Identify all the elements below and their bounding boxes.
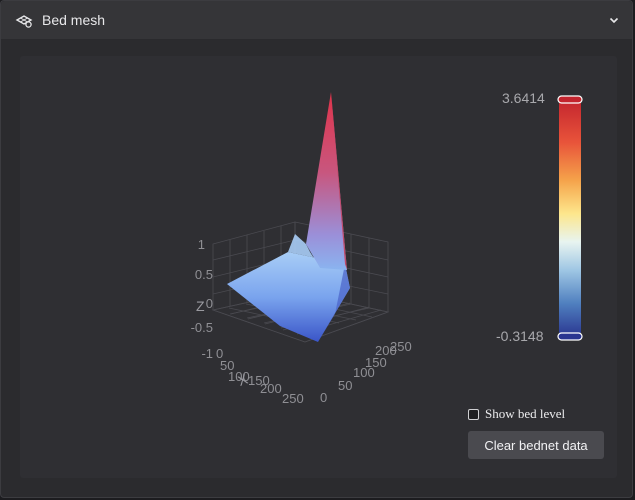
- y-axis: 0 50 100 150 200 250: [320, 339, 412, 405]
- color-scale: [557, 95, 583, 341]
- z-tick-label: 1: [198, 237, 205, 252]
- z-tick-label: 0: [206, 296, 213, 311]
- color-scale-bar: [559, 99, 581, 337]
- x-tick-label: 250: [282, 391, 304, 406]
- clear-bednet-data-button[interactable]: Clear bednet data: [468, 431, 604, 459]
- color-scale-max-handle[interactable]: [557, 95, 583, 104]
- panel-title: Bed mesh: [42, 12, 106, 28]
- color-scale-min-label: -0.3148: [496, 328, 544, 344]
- chevron-down-icon[interactable]: [608, 14, 620, 26]
- color-scale-min-handle[interactable]: [557, 332, 583, 341]
- bed-mesh-icon: [15, 15, 33, 28]
- mesh-surface: [227, 92, 350, 342]
- y-tick-label: 50: [338, 378, 352, 393]
- z-tick-label: -1: [201, 346, 213, 361]
- show-bed-level-label: Show bed level: [485, 406, 566, 421]
- z-tick-label: 0.5: [195, 267, 213, 282]
- z-axis-label: Z: [196, 298, 205, 314]
- bed-mesh-panel: Bed mesh 1 0.5 0 -0.5 -1 Z 0 50 100 150 …: [0, 0, 633, 498]
- x-tick-label: 200: [260, 381, 282, 396]
- x-axis: 0 50 100 150 200 250 X: [216, 346, 304, 406]
- y-tick-label: 0: [320, 390, 327, 405]
- panel-header[interactable]: Bed mesh: [1, 1, 632, 40]
- y-tick-label: 250: [390, 339, 412, 354]
- z-tick-label: -0.5: [191, 320, 213, 335]
- z-axis: 1 0.5 0 -0.5 -1 Z: [191, 237, 213, 361]
- show-bed-level-checkbox[interactable]: [468, 408, 479, 420]
- color-scale-max-label: 3.6414: [502, 90, 545, 106]
- show-bed-level-toggle[interactable]: Show bed level: [468, 406, 565, 422]
